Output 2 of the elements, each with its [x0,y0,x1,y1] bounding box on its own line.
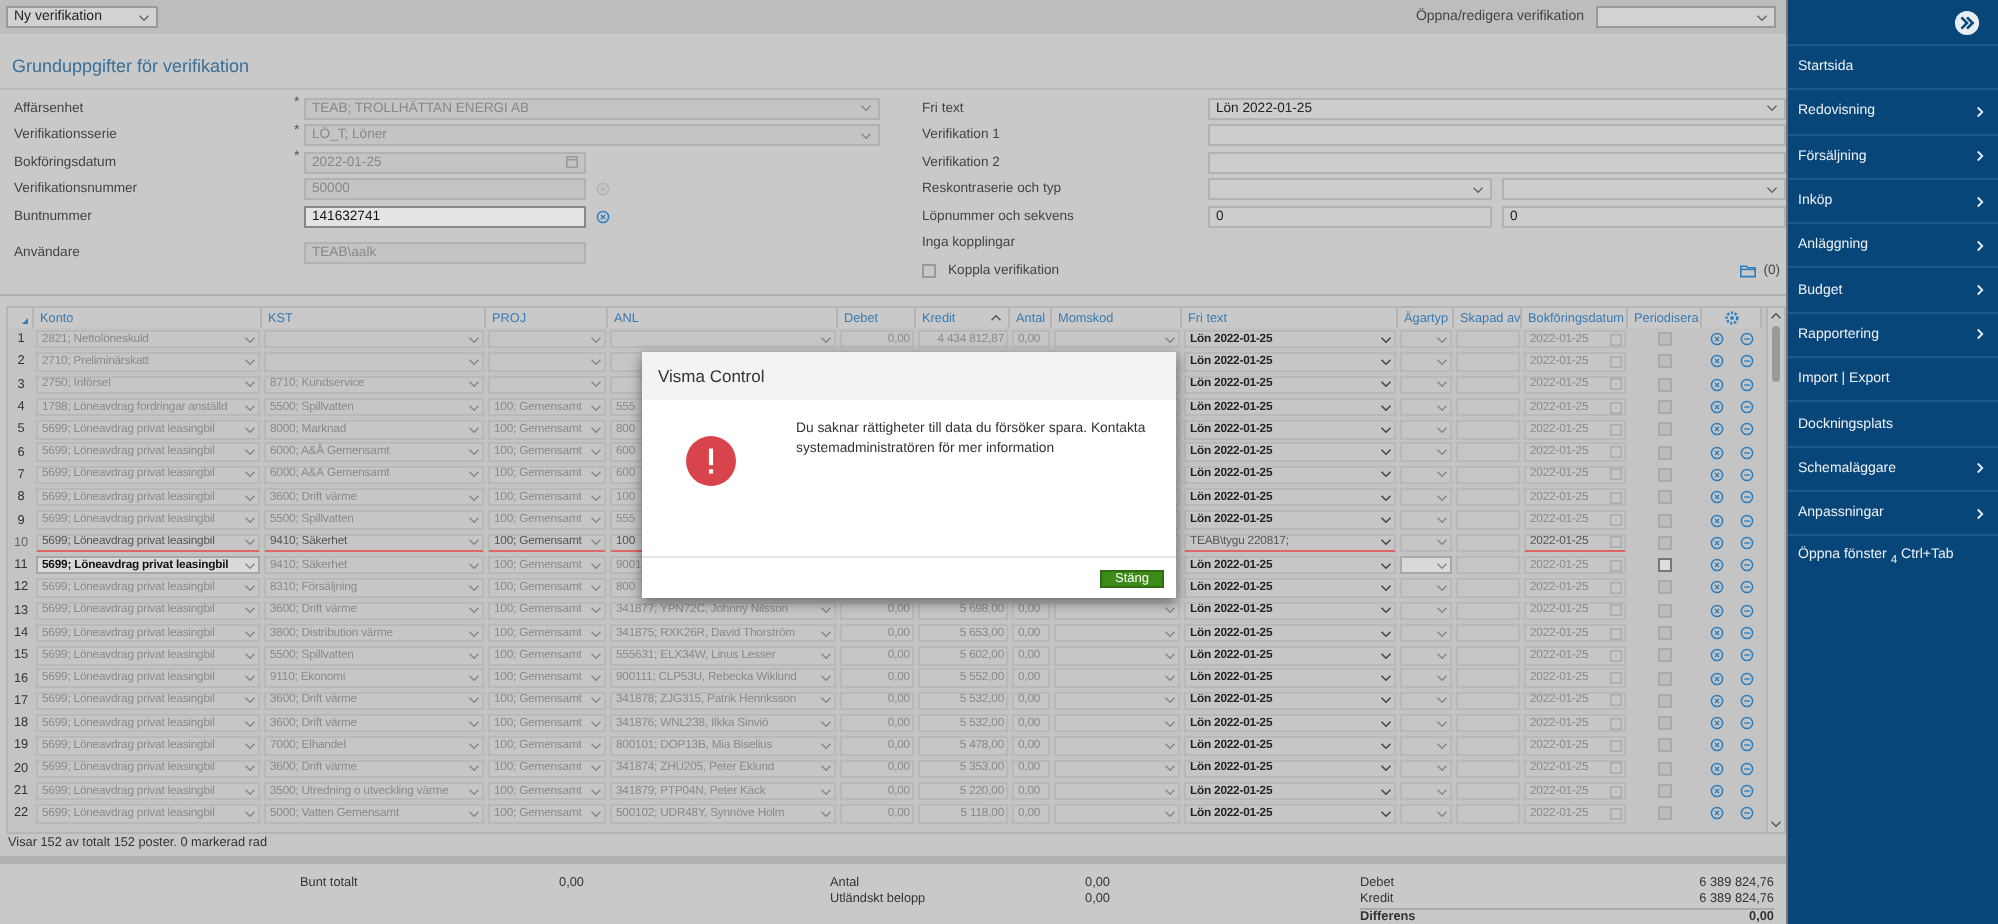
section-title: Grunduppgifter för verifikation [0,34,1786,90]
dialog-title: Visma Control [642,352,1176,400]
